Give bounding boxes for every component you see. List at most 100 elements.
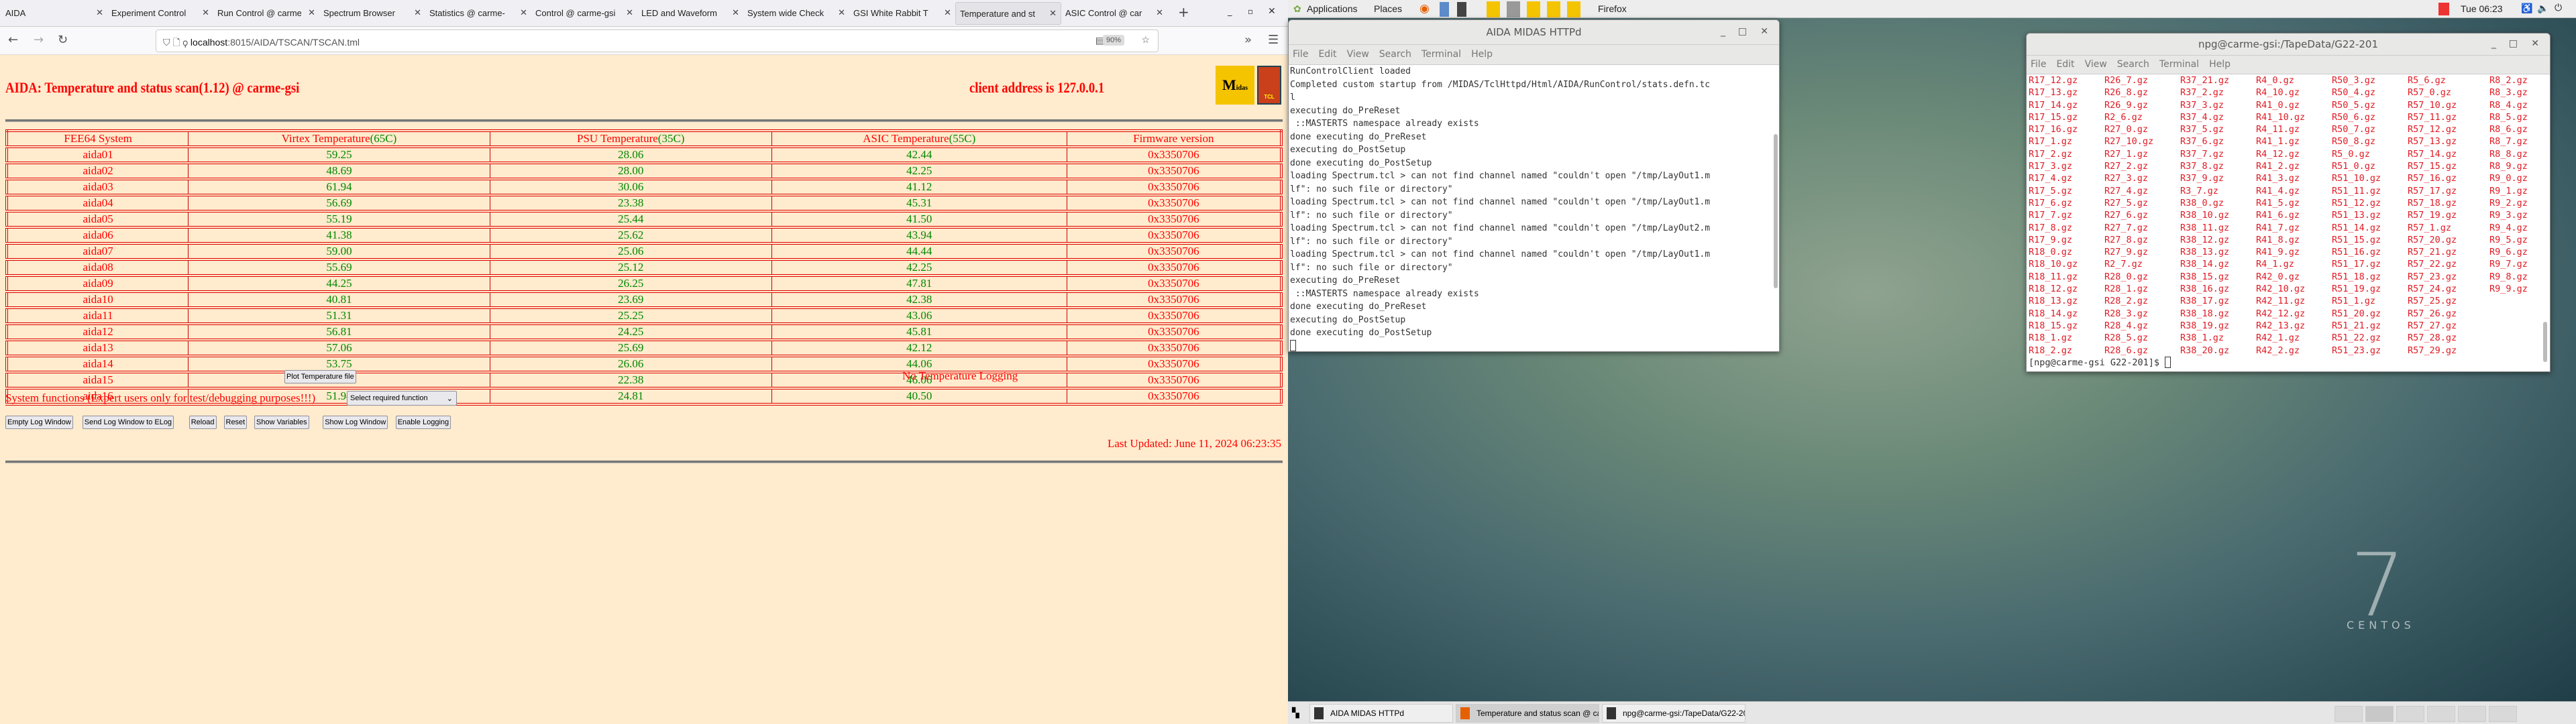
places-menu[interactable]: Places <box>1374 3 1402 14</box>
file-name: R41_9.gz <box>2256 247 2300 258</box>
show-desktop-icon[interactable]: ▚ <box>1292 707 1299 719</box>
enable-logging-button[interactable]: Enable Logging <box>395 416 451 429</box>
tab-close-icon[interactable]: ✕ <box>944 7 951 18</box>
menu-edit[interactable]: Edit <box>2056 59 2074 70</box>
close-window-button[interactable]: ✕ <box>1268 6 1276 17</box>
close-button[interactable]: ✕ <box>1760 26 1768 37</box>
menu-terminal[interactable]: Terminal <box>1421 49 1461 60</box>
menu-help[interactable]: Help <box>1471 49 1493 60</box>
tab-4[interactable]: Statistics @ carme- ✕ <box>425 2 531 25</box>
send-log-window-to-elog-button[interactable]: Send Log Window to ELog <box>82 416 174 429</box>
show-variables-button[interactable]: Show Variables <box>254 416 309 429</box>
minimize-button[interactable]: _ <box>2491 38 2496 49</box>
minimize-button[interactable]: _ <box>1721 26 1725 37</box>
menu-icon[interactable]: ☰ <box>1268 33 1279 47</box>
minimize-button[interactable]: _ <box>1228 7 1232 17</box>
tab-7[interactable]: System wide Check ✕ <box>743 2 849 25</box>
file-name: R38_15.gz <box>2180 271 2230 282</box>
table-row: aida09 44.25 26.25 47.81 0x3350706 <box>6 276 1282 293</box>
file-name: R9_3.gz <box>2489 210 2528 221</box>
menu-terminal[interactable]: Terminal <box>2159 59 2199 70</box>
scrollbar[interactable] <box>2543 322 2547 362</box>
menu-help[interactable]: Help <box>2209 59 2231 70</box>
workspace-5[interactable] <box>2458 706 2486 722</box>
url-bar[interactable]: ⛉ 🗋 ⚲ localhost:8015/AIDA/TSCAN/TSCAN.tm… <box>156 29 1159 52</box>
midas-launcher-icon[interactable] <box>1567 1 1580 17</box>
volume-icon[interactable]: 🔈 <box>2537 3 2548 14</box>
reload-icon[interactable]: ↻ <box>58 33 68 47</box>
tab-close-icon[interactable]: ✕ <box>838 7 845 18</box>
launcher-icon[interactable] <box>1507 1 1520 17</box>
system-name: aida09 <box>6 276 189 293</box>
tab-6[interactable]: LED and Waveform ✕ <box>637 2 743 25</box>
power-icon[interactable]: ⏻ <box>2555 2 2562 13</box>
back-icon[interactable]: ← <box>8 33 18 47</box>
virtex-temp: 51.31 <box>188 308 490 325</box>
reset-button[interactable]: Reset <box>223 416 248 429</box>
tab-3[interactable]: Spectrum Browser ✕ <box>319 2 425 25</box>
tab-close-icon[interactable]: ✕ <box>732 7 739 18</box>
scrollbar[interactable] <box>1774 134 1778 288</box>
overflow-icon[interactable]: » <box>1244 33 1252 47</box>
tab-close-icon[interactable]: ✕ <box>626 7 633 18</box>
workspace-2[interactable] <box>2365 706 2394 722</box>
terminal-line: loading Spectrum.tcl > can not find chan… <box>1290 249 1711 259</box>
tab-5[interactable]: Control @ carme-gsi ✕ <box>531 2 637 25</box>
terminal-output[interactable]: RunControlClient loaded Completed custom … <box>1289 65 1779 351</box>
accessibility-icon[interactable]: ♿ <box>2521 3 2532 14</box>
tab-close-icon[interactable]: ✕ <box>308 7 315 18</box>
menu-edit[interactable]: Edit <box>1318 49 1336 60</box>
tab-10[interactable]: ASIC Control @ car ✕ <box>1061 2 1167 25</box>
maximize-button[interactable]: □ <box>2509 38 2518 49</box>
menu-search[interactable]: Search <box>2117 59 2149 70</box>
close-button[interactable]: ✕ <box>2531 38 2539 49</box>
menu-file[interactable]: File <box>2031 59 2046 70</box>
tab-close-icon[interactable]: ✕ <box>1049 8 1057 19</box>
menu-file[interactable]: File <box>1293 49 1308 60</box>
midas-launcher-icon[interactable] <box>1547 1 1560 17</box>
terminal-launcher-icon[interactable] <box>1457 2 1466 17</box>
midas-launcher-icon[interactable] <box>1527 1 1540 17</box>
midas-launcher-icon[interactable] <box>1487 1 1500 17</box>
show-log-window-button[interactable]: Show Log Window <box>323 416 388 429</box>
reload-button[interactable]: Reload <box>189 416 217 429</box>
taskbar-item[interactable]: Temperature and status scan @ car... <box>1456 704 1599 723</box>
menu-view[interactable]: View <box>2085 59 2107 70</box>
menu-view[interactable]: View <box>1347 49 1369 60</box>
file-listing[interactable]: R17_12.gz R17_13.gz R17_14.gz R17_15.gz R17_… <box>2027 74 2550 357</box>
file-name: R9_0.gz <box>2489 173 2528 184</box>
file-column: R26_7.gz R26_8.gz R26_9.gz R2_6.gz R27_0.gz R… <box>2104 74 2180 357</box>
tab-close-icon[interactable]: ✕ <box>520 7 527 18</box>
workspace-1[interactable] <box>2334 706 2363 722</box>
bookmark-star-icon[interactable]: ☆ <box>1141 34 1150 46</box>
tab-9[interactable]: Temperature and st ✕ <box>955 2 1061 25</box>
tab-8[interactable]: GSI White Rabbit T ✕ <box>849 2 955 25</box>
workspace-3[interactable] <box>2396 706 2424 722</box>
workspace-4[interactable] <box>2427 706 2455 722</box>
workspace-6[interactable] <box>2489 706 2517 722</box>
taskbar-item[interactable]: AIDA MIDAS HTTPd <box>1309 704 1453 723</box>
tab-close-icon[interactable]: ✕ <box>96 7 103 18</box>
maximize-button[interactable]: □ <box>1738 26 1747 37</box>
shell-prompt[interactable]: [npg@carme-gsi G22-201]$ <box>2027 357 2550 370</box>
tab-close-icon[interactable]: ✕ <box>202 7 209 18</box>
function-select[interactable]: Select required function ⌄ <box>347 391 457 406</box>
tab-0[interactable]: AIDA ✕ <box>1 2 107 25</box>
empty-log-window-button[interactable]: Empty Log Window <box>5 416 73 429</box>
notification-icon[interactable] <box>2438 3 2449 15</box>
tab-close-icon[interactable]: ✕ <box>414 7 421 18</box>
new-tab-button[interactable]: + <box>1178 4 1189 20</box>
clock[interactable]: Tue 06:23 <box>2461 3 2503 14</box>
tab-close-icon[interactable]: ✕ <box>1156 7 1163 18</box>
tab-2[interactable]: Run Control @ carme ✕ <box>213 2 319 25</box>
applications-menu[interactable]: Applications <box>1307 3 1358 14</box>
maximize-button[interactable]: ▫ <box>1248 7 1253 16</box>
plot-temperature-button[interactable]: Plot Temperature file <box>284 370 356 383</box>
menu-search[interactable]: Search <box>1379 49 1411 60</box>
zoom-level[interactable]: 90% <box>1102 35 1124 46</box>
file-manager-icon[interactable] <box>1440 2 1449 17</box>
forward-icon[interactable]: → <box>34 33 44 47</box>
tab-1[interactable]: Experiment Control ✕ <box>107 2 213 25</box>
taskbar-item[interactable]: npg@carme-gsi:/TapeData/G22-201 <box>1602 704 1746 723</box>
firefox-launcher-icon[interactable]: ◉ <box>1419 2 1430 15</box>
